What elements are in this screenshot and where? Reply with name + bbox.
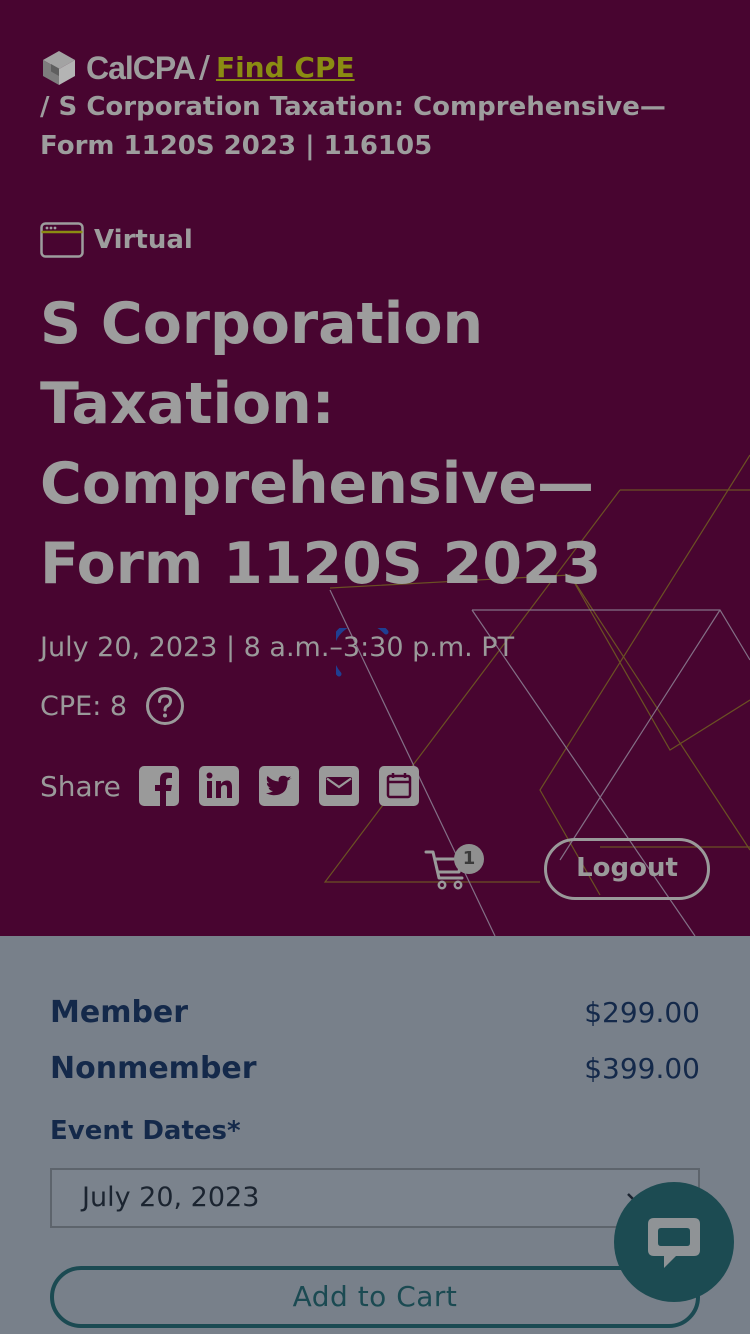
member-price-value: $299.00: [584, 995, 700, 1029]
event-format: Virtual: [40, 222, 193, 258]
cart-count-badge: 1: [454, 844, 484, 874]
add-to-calendar-icon[interactable]: [378, 766, 419, 806]
chat-launcher-button[interactable]: [614, 1182, 734, 1302]
cpe-credits: CPE: 8: [40, 690, 128, 722]
event-dates-label: Event Dates*: [50, 1116, 241, 1146]
nonmember-price-value: $399.00: [584, 1051, 700, 1085]
facebook-icon[interactable]: [138, 766, 179, 806]
calcpa-logo-icon[interactable]: [40, 49, 78, 87]
breadcrumb-separator: /: [198, 50, 210, 85]
twitter-icon[interactable]: [258, 766, 299, 806]
member-price-label: Member: [50, 994, 189, 1030]
logout-button[interactable]: Logout: [544, 838, 710, 900]
loading-spinner-icon: [336, 628, 389, 677]
virtual-browser-icon: [40, 222, 84, 258]
share-label: Share: [40, 769, 121, 803]
breadcrumb-brand-row: CalCPA / Find CPE: [40, 48, 720, 88]
event-title: S Corporation Taxation: Comprehensive— F…: [40, 291, 602, 597]
price-row-nonmember: Nonmember $399.00: [50, 1040, 700, 1096]
event-cpe: CPE: 8: [40, 686, 185, 726]
email-icon[interactable]: [318, 766, 359, 806]
event-hero: CalCPA / Find CPE / S Corporation Taxati…: [0, 0, 750, 936]
event-date-selected-value: July 20, 2023: [82, 1182, 260, 1213]
breadcrumb-current: / S Corporation Taxation: Comprehensive—…: [40, 92, 666, 161]
linkedin-icon[interactable]: [198, 766, 239, 806]
help-icon[interactable]: [145, 686, 185, 726]
add-to-cart-button[interactable]: Add to Cart: [50, 1266, 700, 1328]
event-date-select[interactable]: July 20, 2023: [50, 1168, 700, 1228]
share-row: Share: [40, 766, 439, 806]
nonmember-price-label: Nonmember: [50, 1050, 257, 1086]
price-row-member: Member $299.00: [50, 984, 700, 1040]
find-cpe-link[interactable]: Find CPE: [216, 48, 355, 88]
event-date-time: July 20, 2023 | 8 a.m.–3:30 p.m. PT: [40, 632, 515, 663]
pricing-table: Member $299.00 Nonmember $399.00: [50, 984, 700, 1096]
brand-name[interactable]: CalCPA: [86, 48, 196, 88]
event-format-label: Virtual: [94, 225, 193, 255]
chat-bubble-icon: [648, 1218, 700, 1268]
breadcrumb: CalCPA / Find CPE / S Corporation Taxati…: [40, 48, 720, 166]
page: CalCPA / Find CPE / S Corporation Taxati…: [0, 0, 750, 1334]
